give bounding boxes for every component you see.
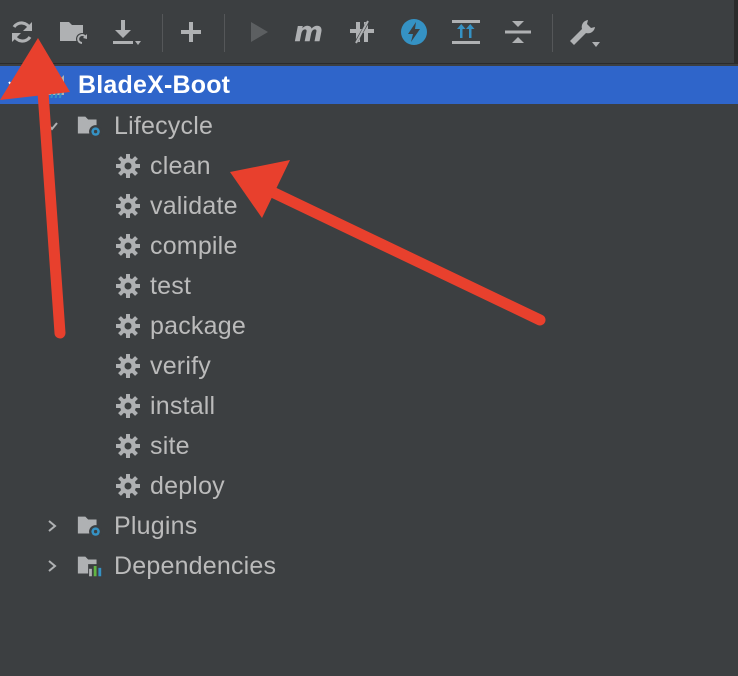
tree-row-goal-test[interactable]: test xyxy=(0,266,738,306)
svg-text:m: m xyxy=(294,19,323,45)
chevron-right-icon[interactable] xyxy=(44,558,60,574)
run-maven-build-icon[interactable] xyxy=(240,13,276,51)
add-maven-project-icon[interactable] xyxy=(173,13,209,51)
chevron-down-icon[interactable] xyxy=(44,118,60,134)
gear-icon xyxy=(114,192,142,220)
goal-label: site xyxy=(150,431,190,460)
generate-sources-folder-icon[interactable] xyxy=(56,13,92,51)
toolbar-separator xyxy=(162,14,163,52)
tree-row-goal-deploy[interactable]: deploy xyxy=(0,466,738,506)
tree-row-dependencies[interactable]: Dependencies xyxy=(0,546,738,586)
show-dependencies-icon[interactable] xyxy=(448,13,484,51)
goal-label: test xyxy=(150,271,192,300)
toolbar-separator xyxy=(552,14,553,52)
tree-row-project[interactable]: m BladeX-Boot xyxy=(0,66,738,104)
gear-icon xyxy=(114,392,142,420)
tree-row-goal-package[interactable]: package xyxy=(0,306,738,346)
tree-row-lifecycle[interactable]: Lifecycle xyxy=(0,106,738,146)
tree-row-goal-verify[interactable]: verify xyxy=(0,346,738,386)
gear-icon xyxy=(114,352,142,380)
gear-icon xyxy=(114,432,142,460)
tree-row-goal-site[interactable]: site xyxy=(0,426,738,466)
gear-icon xyxy=(114,232,142,260)
goal-label: verify xyxy=(150,351,211,380)
plugins-folder-icon xyxy=(76,512,104,540)
goal-label: package xyxy=(150,311,246,340)
dependencies-label: Dependencies xyxy=(114,551,277,580)
tree-row-goal-validate[interactable]: validate xyxy=(0,186,738,226)
plugins-label: Plugins xyxy=(114,511,198,540)
gear-icon xyxy=(114,312,142,340)
goal-label: clean xyxy=(150,151,211,180)
panel-edge xyxy=(734,0,738,64)
svg-text:m: m xyxy=(50,87,63,99)
goal-label: deploy xyxy=(150,471,225,500)
chevron-right-icon[interactable] xyxy=(44,518,60,534)
toolbar-separator xyxy=(224,14,225,52)
goal-label: install xyxy=(150,391,216,420)
maven-projects-tree: m BladeX-Boot Lifecycle clean validate c… xyxy=(0,66,738,676)
gear-icon xyxy=(114,472,142,500)
collapse-all-icon[interactable] xyxy=(500,13,536,51)
gear-icon xyxy=(114,272,142,300)
goal-label: compile xyxy=(150,231,238,260)
project-name: BladeX-Boot xyxy=(78,70,231,99)
toggle-offline-mode-icon[interactable] xyxy=(344,13,380,51)
tree-row-goal-compile[interactable]: compile xyxy=(0,226,738,266)
lifecycle-folder-icon xyxy=(76,112,104,140)
download-sources-icon[interactable] xyxy=(108,13,144,51)
goal-label: validate xyxy=(150,191,238,220)
reload-all-maven-projects-icon[interactable] xyxy=(4,13,40,51)
maven-project-icon: m xyxy=(40,71,68,99)
maven-settings-icon[interactable] xyxy=(566,13,602,51)
tree-row-plugins[interactable]: Plugins xyxy=(0,506,738,546)
tree-row-goal-install[interactable]: install xyxy=(0,386,738,426)
gear-icon xyxy=(114,152,142,180)
skip-tests-icon[interactable] xyxy=(396,13,432,51)
chevron-down-icon[interactable] xyxy=(6,77,22,93)
dependencies-folder-icon xyxy=(76,552,104,580)
execute-maven-goal-icon[interactable]: m xyxy=(292,13,328,51)
lifecycle-label: Lifecycle xyxy=(114,111,214,140)
maven-toolbar: m xyxy=(0,0,738,64)
tree-row-goal-clean[interactable]: clean xyxy=(0,146,738,186)
